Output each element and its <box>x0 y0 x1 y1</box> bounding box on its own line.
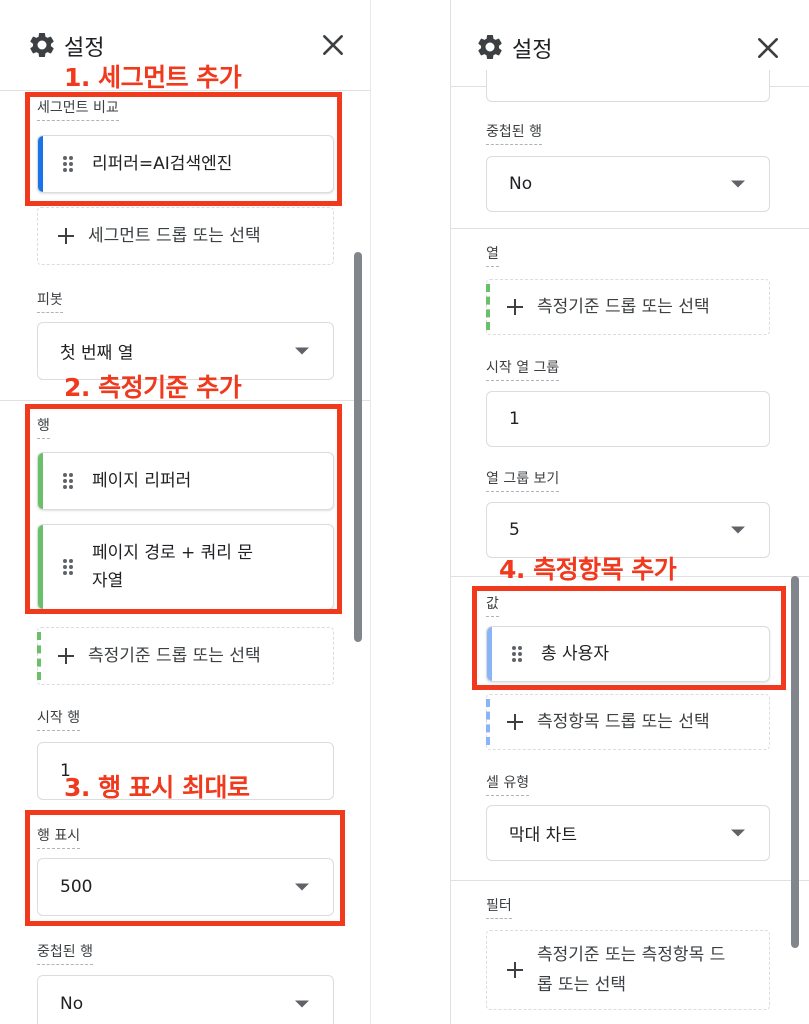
scrollbar-thumb[interactable] <box>791 576 799 948</box>
pivot-label: 피봇 <box>37 292 63 313</box>
annotation-box-segment <box>25 92 342 206</box>
annotation-step-3: 3. 행 표시 최대로 <box>64 773 250 802</box>
annotation-box-values <box>472 586 786 690</box>
close-icon[interactable] <box>755 35 781 61</box>
nested-rows-select[interactable]: No <box>486 156 770 212</box>
cell-type-value: 막대 차트 <box>509 825 577 846</box>
columns-dropzone[interactable]: 측정기준 드롭 또는 선택 <box>486 279 770 335</box>
settings-panel-right: 설정 중첩된 행 No 열 측정기준 드롭 또는 선택 시작 열 그룹 1 열 … <box>450 0 809 1024</box>
start-col-group-label: 시작 열 그룹 <box>486 360 560 381</box>
plus-icon <box>507 299 523 315</box>
dimension-drop-bar <box>37 632 41 680</box>
start-col-group-value: 1 <box>509 409 520 429</box>
start-col-group-input[interactable]: 1 <box>486 391 770 447</box>
gear-icon <box>30 32 54 57</box>
annotation-step-1: 1. 세그먼트 추가 <box>64 63 242 92</box>
columns-label: 열 <box>486 246 499 267</box>
caret-down-icon <box>731 180 745 188</box>
panel-separator <box>370 0 371 1024</box>
rows-dropzone-label: 측정기준 드롭 또는 선택 <box>88 646 261 666</box>
panel-title: 설정 <box>512 38 553 63</box>
plus-icon <box>58 228 74 244</box>
plus-icon <box>507 962 523 978</box>
gear-icon <box>478 34 502 59</box>
values-dropzone-label: 측정항목 드롭 또는 선택 <box>537 712 710 732</box>
plus-icon <box>58 648 74 664</box>
truncated-field[interactable] <box>486 70 770 102</box>
nested-rows-label: 중첩된 행 <box>486 124 542 145</box>
section-divider <box>451 228 809 229</box>
metric-drop-bar <box>486 699 490 745</box>
caret-down-icon <box>731 829 745 837</box>
filter-dropzone[interactable]: 측정기준 또는 측정항목 드 롭 또는 선택 <box>486 930 770 1010</box>
annotation-box-rows <box>25 404 342 614</box>
rows-dropzone[interactable]: 측정기준 드롭 또는 선택 <box>37 627 334 685</box>
segment-dropzone-label: 세그먼트 드롭 또는 선택 <box>88 226 261 246</box>
caret-down-icon <box>295 347 309 355</box>
show-col-groups-label: 열 그룹 보기 <box>486 471 560 492</box>
filter-dropzone-label: 측정기준 또는 측정항목 드 롭 또는 선택 <box>537 945 726 995</box>
annotation-step-4: 4. 측정항목 추가 <box>499 555 677 584</box>
pivot-value: 첫 번째 열 <box>60 343 134 364</box>
values-dropzone[interactable]: 측정항목 드롭 또는 선택 <box>486 694 770 750</box>
nested-rows-value: No <box>60 994 84 1014</box>
columns-dropzone-label: 측정기준 드롭 또는 선택 <box>537 297 710 317</box>
caret-down-icon <box>731 526 745 534</box>
show-col-groups-value: 5 <box>509 520 520 540</box>
cell-type-label: 셀 유형 <box>486 775 530 796</box>
dimension-drop-bar <box>486 284 490 330</box>
section-divider <box>451 880 809 881</box>
start-row-label: 시작 행 <box>37 710 81 731</box>
nested-rows-label: 중첩된 행 <box>37 944 93 965</box>
nested-rows-value: No <box>509 174 533 194</box>
filter-label: 필터 <box>486 898 512 919</box>
annotation-step-2: 2. 측정기준 추가 <box>64 373 242 402</box>
nested-rows-select[interactable]: No <box>37 975 334 1024</box>
plus-icon <box>507 714 523 730</box>
scrollbar-thumb[interactable] <box>354 252 362 642</box>
close-icon[interactable] <box>320 32 346 58</box>
caret-down-icon <box>295 1000 309 1008</box>
settings-panel-left: 설정 세그먼트 비교 리퍼러=AI검색엔진 세그먼트 드롭 또는 선택 피봇 첫… <box>0 0 370 1024</box>
annotation-box-show-rows <box>25 810 345 926</box>
segment-dropzone[interactable]: 세그먼트 드롭 또는 선택 <box>37 207 334 265</box>
cell-type-select[interactable]: 막대 차트 <box>486 805 770 861</box>
